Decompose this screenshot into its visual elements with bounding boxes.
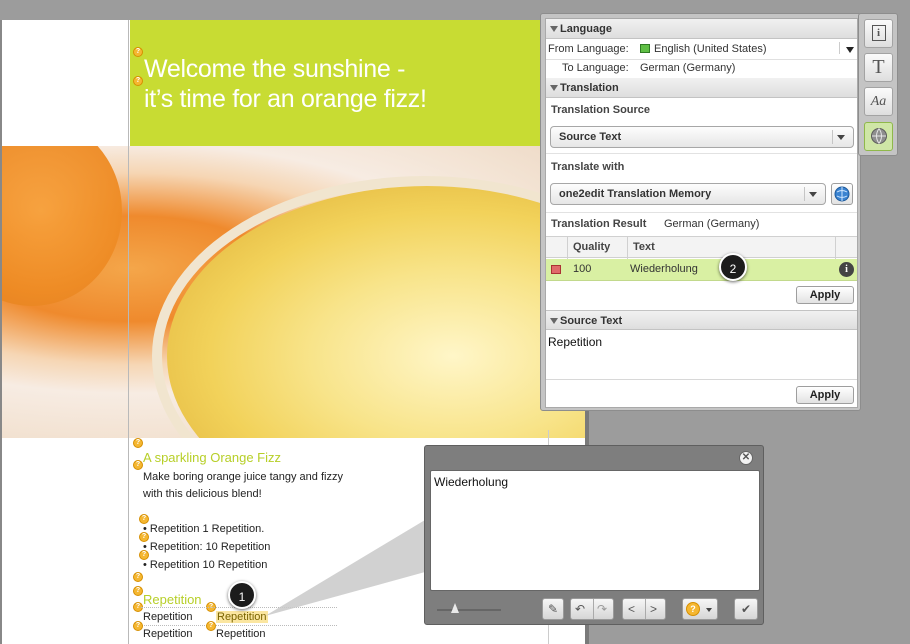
- intro-line-1[interactable]: Make boring orange juice tangy and fizzy: [143, 471, 343, 483]
- collapse-triangle-icon[interactable]: [550, 318, 558, 324]
- apply-button-2[interactable]: Apply: [796, 386, 854, 404]
- check-icon: ✔: [740, 602, 752, 616]
- table-cell-source[interactable]: Repetition: [143, 611, 193, 623]
- from-language-label: From Language:: [548, 43, 629, 55]
- translation-section-header[interactable]: Translation: [546, 78, 857, 98]
- next-icon[interactable]: >: [650, 599, 657, 619]
- redo-icon[interactable]: ↷: [597, 599, 607, 619]
- question-marker-icon[interactable]: ?: [133, 621, 143, 631]
- bullet-item[interactable]: Repetition 1 Repetition.: [143, 523, 264, 535]
- previous-icon[interactable]: <: [628, 599, 635, 619]
- text-cell: Wiederholung: [630, 263, 698, 275]
- column-header-text[interactable]: Text: [633, 241, 655, 253]
- collapse-triangle-icon[interactable]: [550, 85, 558, 91]
- confirm-button[interactable]: ✔: [734, 598, 758, 620]
- info-icon: i: [871, 25, 886, 41]
- table-cell-source[interactable]: Repetition: [143, 628, 193, 640]
- chevron-down-icon: [809, 192, 817, 197]
- translate-with-select[interactable]: one2edit Translation Memory: [550, 183, 826, 205]
- chevron-down-icon[interactable]: [846, 47, 854, 53]
- zoom-slider-track[interactable]: [437, 609, 501, 611]
- step-badge-1: 1: [228, 581, 256, 609]
- prev-next-group: < >: [622, 598, 666, 620]
- orange-photo: [2, 146, 585, 438]
- bullet-item[interactable]: Repetition: 10 Repetition: [143, 541, 270, 553]
- eyedropper-button[interactable]: ✎: [542, 598, 564, 620]
- eyedropper-icon: ✎: [547, 602, 559, 616]
- side-toolbar: i T Aa: [858, 13, 898, 156]
- source-text-value[interactable]: Repetition: [548, 335, 602, 349]
- column-header-quality[interactable]: Quality: [573, 241, 610, 253]
- question-marker-icon[interactable]: ?: [133, 572, 143, 582]
- source-text-section-header[interactable]: Source Text: [546, 310, 857, 330]
- chevron-down-icon: [837, 135, 845, 140]
- font-style-button[interactable]: Aa: [864, 87, 893, 116]
- from-language-select[interactable]: English (United States): [640, 43, 767, 55]
- match-indicator-icon: [551, 265, 561, 274]
- translation-button[interactable]: [864, 122, 893, 151]
- to-language-label: To Language:: [562, 62, 629, 74]
- translation-source-select[interactable]: Source Text: [550, 126, 854, 148]
- status-dropdown-button[interactable]: ?: [682, 598, 718, 620]
- table-row[interactable]: 100 Wiederholung i: [546, 259, 857, 281]
- info-button[interactable]: i: [864, 19, 893, 48]
- margin-guide: [128, 20, 129, 644]
- close-icon[interactable]: ✕: [739, 451, 753, 465]
- globe-icon: [834, 186, 850, 202]
- intro-line-2[interactable]: with this delicious blend!: [143, 488, 262, 500]
- results-table-header: Quality Text: [546, 236, 857, 259]
- translation-panel: Language From Language: English (United …: [540, 13, 861, 411]
- banner-title-line1[interactable]: Welcome the sunshine -: [144, 55, 405, 84]
- inline-editor-popup: ✕ Wiederholung ✎ ↶ ↷ < > ? ✔: [424, 445, 764, 625]
- section-heading[interactable]: A sparkling Orange Fizz: [143, 450, 281, 465]
- undo-redo-group: ↶ ↷: [570, 598, 614, 620]
- us-flag-icon: [640, 44, 650, 53]
- question-marker-icon[interactable]: ?: [206, 621, 216, 631]
- bullet-item[interactable]: Repetition 10 Repetition: [143, 559, 267, 571]
- text-icon: T: [872, 56, 885, 78]
- collapse-triangle-icon[interactable]: [550, 26, 558, 32]
- text-button[interactable]: T: [864, 53, 893, 82]
- sub-heading[interactable]: Repetition: [143, 592, 202, 607]
- info-icon[interactable]: i: [839, 262, 854, 277]
- question-marker-icon[interactable]: ?: [133, 438, 143, 448]
- globe-icon: [870, 128, 887, 144]
- chevron-down-icon: [706, 608, 712, 612]
- table-cell-target[interactable]: Repetition: [216, 628, 266, 640]
- translate-with-label: Translate with: [551, 161, 625, 173]
- banner-title-line2[interactable]: it’s time for an orange fizz!: [144, 85, 427, 114]
- question-status-icon: ?: [686, 602, 700, 616]
- translation-result-label: Translation Result: [551, 218, 647, 230]
- font-style-icon: Aa: [870, 94, 887, 109]
- step-badge-2: 2: [719, 253, 747, 281]
- language-section-header[interactable]: Language: [546, 19, 857, 39]
- translation-text-input[interactable]: Wiederholung: [430, 470, 760, 591]
- translation-source-label: Translation Source: [551, 104, 651, 116]
- undo-icon[interactable]: ↶: [575, 599, 585, 619]
- apply-button[interactable]: Apply: [796, 286, 854, 304]
- quality-cell: 100: [573, 263, 592, 275]
- translation-result-language: German (Germany): [664, 218, 760, 230]
- zoom-slider-handle[interactable]: [451, 603, 459, 613]
- question-marker-icon[interactable]: ?: [133, 76, 143, 86]
- question-marker-icon[interactable]: ?: [133, 460, 143, 470]
- to-language-value: German (Germany): [640, 62, 736, 74]
- banner: Welcome the sunshine - it’s time for an …: [130, 20, 585, 146]
- question-marker-icon[interactable]: ?: [133, 47, 143, 57]
- popup-callout: [265, 520, 425, 616]
- question-marker-icon[interactable]: ?: [133, 586, 143, 596]
- translation-memory-button[interactable]: [831, 183, 853, 205]
